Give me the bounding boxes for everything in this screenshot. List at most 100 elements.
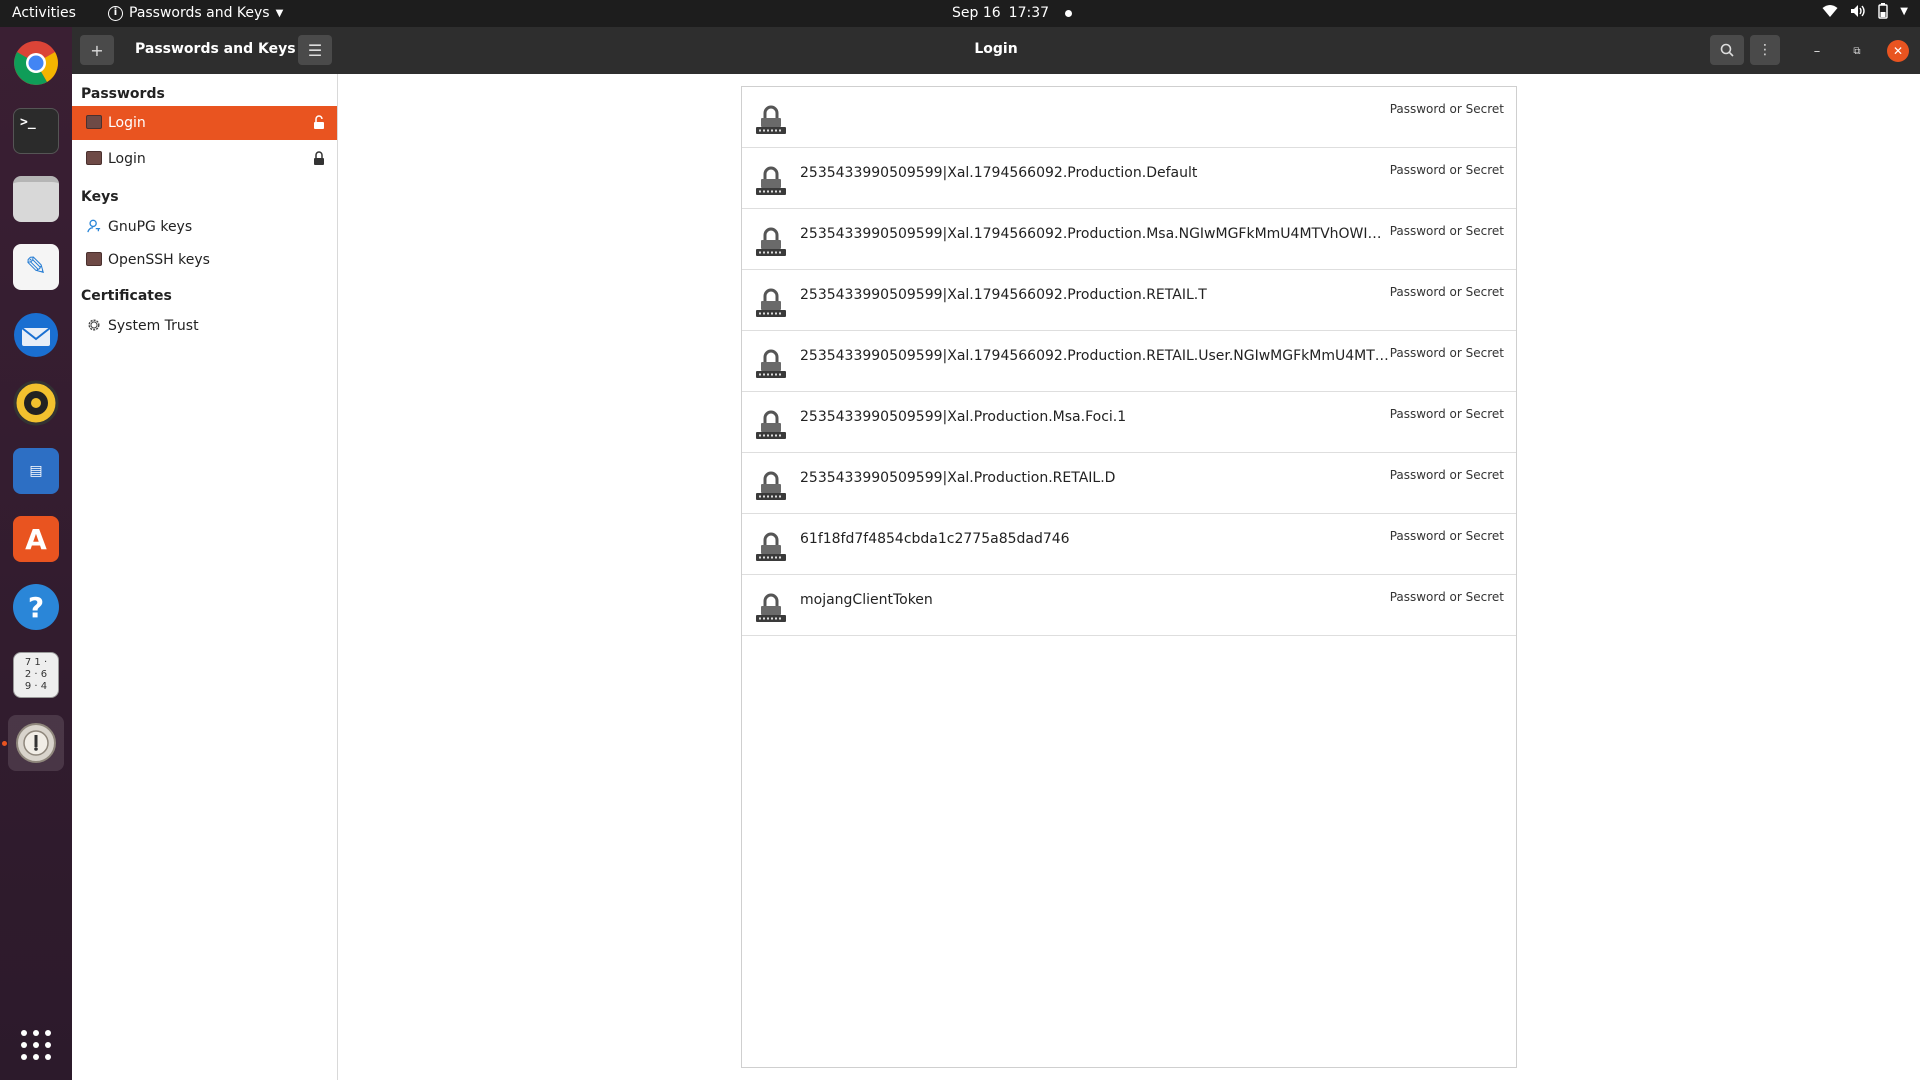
password-lock-icon: [756, 593, 786, 622]
section-header-certificates: Certificates: [81, 288, 172, 304]
sidebar-item-label: GnuPG keys: [108, 219, 193, 235]
main-content: Password or Secret 2535433990509599|Xal.…: [339, 74, 1920, 1080]
add-button[interactable]: +: [80, 35, 114, 65]
sidebar-item-label: System Trust: [108, 318, 199, 334]
system-tray[interactable]: ▼: [1822, 3, 1908, 19]
clock[interactable]: Sep 16 17:37: [952, 5, 1073, 21]
dock-item-text-editor[interactable]: ✎: [8, 239, 64, 295]
maximize-button[interactable]: ⧉: [1846, 40, 1868, 62]
chrome-icon: [14, 41, 58, 85]
item-name: 2535433990509599|Xal.Production.Msa.Foci…: [800, 409, 1127, 425]
folder-icon: [86, 252, 102, 266]
more-options-button[interactable]: ⋮: [1750, 35, 1780, 65]
list-item[interactable]: 2535433990509599|Xal.1794566092.Producti…: [742, 148, 1516, 209]
password-lock-icon: [756, 288, 786, 317]
unlocked-icon: [314, 115, 324, 129]
dock-item-sudoku[interactable]: 7 1 · 2 · 69 · 4: [8, 647, 64, 703]
list-item[interactable]: mojangClientToken Password or Secret: [742, 575, 1516, 636]
item-type: Password or Secret: [1389, 102, 1504, 116]
minimize-icon: –: [1813, 43, 1821, 59]
list-item[interactable]: 2535433990509599|Xal.Production.RETAIL.D…: [742, 453, 1516, 514]
secrets-list[interactable]: Password or Secret 2535433990509599|Xal.…: [741, 86, 1517, 1068]
help-icon: ?: [13, 584, 59, 630]
sudoku-icon: 7 1 · 2 · 69 · 4: [13, 652, 59, 698]
item-type: Password or Secret: [1389, 224, 1504, 238]
sidebar-item-login-2[interactable]: Login: [72, 142, 337, 176]
section-header-passwords: Passwords: [81, 86, 165, 102]
password-lock-icon: [756, 349, 786, 378]
item-name: mojangClientToken: [800, 592, 933, 608]
sidebar-item-label: OpenSSH keys: [108, 252, 210, 268]
gear-icon: [88, 319, 100, 331]
list-item[interactable]: 61f18fd7f4854cbda1c2775a85dad746 Passwor…: [742, 514, 1516, 575]
item-name: 2535433990509599|Xal.Production.RETAIL.D: [800, 470, 1116, 486]
vertical-dots-icon: ⋮: [1758, 42, 1772, 58]
sidebar-item-login-1[interactable]: Login: [72, 106, 337, 140]
dock-item-thunderbird[interactable]: [8, 307, 64, 363]
dock-item-files[interactable]: [8, 171, 64, 227]
dock-item-rhythmbox[interactable]: [8, 375, 64, 431]
section-header-keys: Keys: [81, 189, 119, 205]
list-item[interactable]: 2535433990509599|Xal.1794566092.Producti…: [742, 331, 1516, 392]
sidebar: Passwords Login Login Keys GnuPG keys Op…: [72, 74, 338, 1080]
folder-icon: [86, 115, 102, 129]
close-button[interactable]: ✕: [1887, 40, 1909, 62]
search-icon: [1720, 43, 1734, 57]
dock-item-passwords-keys[interactable]: [8, 715, 64, 771]
header-bar: + Passwords and Keys ☰ Login ⋮ – ⧉ ✕: [72, 27, 1920, 74]
files-icon: [13, 176, 59, 222]
dock-item-chrome[interactable]: [8, 35, 64, 91]
item-type: Password or Secret: [1389, 285, 1504, 299]
item-type: Password or Secret: [1389, 407, 1504, 421]
time-label: 17:37: [1008, 5, 1050, 21]
window-title: Login: [974, 41, 1018, 57]
sidebar-item-label: Login: [108, 151, 146, 167]
info-icon: i: [108, 5, 123, 21]
item-type: Password or Secret: [1389, 346, 1504, 360]
show-applications-icon: [21, 1030, 51, 1060]
item-type: Password or Secret: [1389, 468, 1504, 482]
top-bar: Activities i Passwords and Keys ▼ Sep 16…: [0, 0, 1920, 27]
show-applications-button[interactable]: [8, 1017, 64, 1073]
rhythmbox-icon: [13, 380, 59, 426]
folder-icon: [86, 151, 102, 165]
thunderbird-icon: [14, 313, 58, 357]
item-type: Password or Secret: [1389, 163, 1504, 177]
sidebar-item-gnupg-keys[interactable]: GnuPG keys: [72, 210, 337, 244]
dock-item-help[interactable]: ?: [8, 579, 64, 635]
notification-dot-icon: [1065, 10, 1073, 17]
writer-icon: ▤: [13, 448, 59, 494]
list-item[interactable]: 2535433990509599|Xal.Production.Msa.Foci…: [742, 392, 1516, 453]
hamburger-icon: ☰: [307, 40, 323, 60]
terminal-icon: >_: [13, 108, 59, 154]
dock-item-terminal[interactable]: >_: [8, 103, 64, 159]
search-button[interactable]: [1710, 35, 1744, 65]
item-name: 61f18fd7f4854cbda1c2775a85dad746: [800, 531, 1070, 547]
sidebar-item-system-trust[interactable]: System Trust: [72, 309, 337, 343]
sidebar-item-label: Login: [108, 115, 146, 131]
software-icon: A: [13, 516, 59, 562]
restore-icon: ⧉: [1853, 45, 1861, 57]
passwords-keys-icon: [16, 723, 56, 763]
app-title: Passwords and Keys: [135, 41, 296, 57]
list-item[interactable]: Password or Secret: [742, 87, 1516, 148]
activities-button[interactable]: Activities: [12, 5, 76, 21]
dock-item-writer[interactable]: ▤: [8, 443, 64, 499]
text-editor-icon: ✎: [13, 244, 59, 290]
password-lock-icon: [756, 105, 786, 134]
password-lock-icon: [756, 227, 786, 256]
chevron-down-icon: ▼: [275, 7, 284, 19]
close-icon: ✕: [1892, 44, 1904, 58]
minimize-button[interactable]: –: [1806, 40, 1828, 62]
sidebar-menu-button[interactable]: ☰: [298, 35, 332, 65]
list-item[interactable]: 2535433990509599|Xal.1794566092.Producti…: [742, 270, 1516, 331]
password-lock-icon: [756, 471, 786, 500]
password-lock-icon: [756, 532, 786, 561]
item-name: 2535433990509599|Xal.1794566092.Producti…: [800, 348, 1390, 364]
app-menu[interactable]: i Passwords and Keys ▼: [108, 5, 283, 21]
list-item[interactable]: 2535433990509599|Xal.1794566092.Producti…: [742, 209, 1516, 270]
dock-item-software[interactable]: A: [8, 511, 64, 567]
person-key-icon: [87, 219, 101, 233]
sidebar-item-openssh-keys[interactable]: OpenSSH keys: [72, 243, 337, 277]
password-lock-icon: [756, 410, 786, 439]
